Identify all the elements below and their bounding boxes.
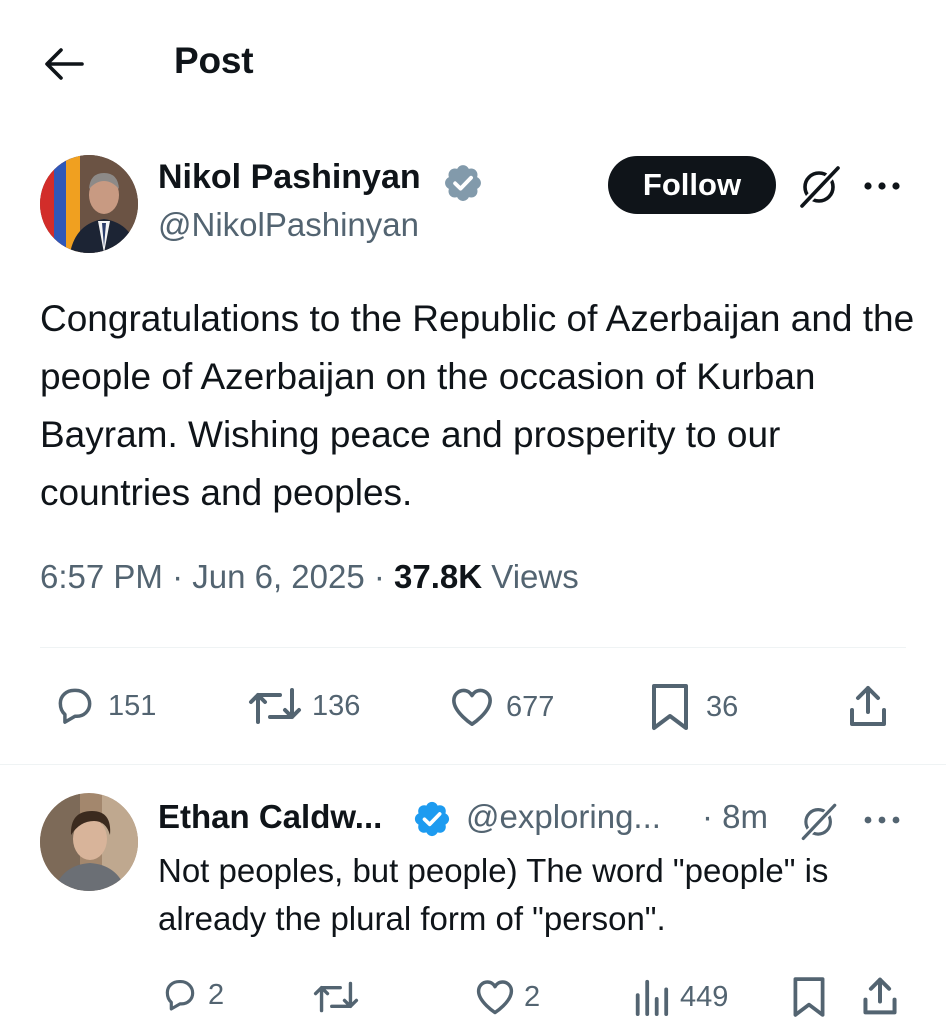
- post-time[interactable]: 6:57 PM: [40, 558, 163, 595]
- post-text: Congratulations to the Republic of Azerb…: [40, 298, 915, 513]
- bookmark-count: 36: [706, 690, 739, 723]
- repost-button[interactable]: 136: [248, 686, 360, 726]
- arrow-left-icon: [45, 48, 84, 80]
- reply-bookmark-button[interactable]: [792, 975, 826, 1019]
- reply-icon: [58, 688, 92, 724]
- author-avatar[interactable]: [40, 155, 138, 253]
- reply-author-name[interactable]: Ethan Caldw...: [158, 798, 382, 836]
- back-button[interactable]: [40, 42, 88, 86]
- reply-button[interactable]: 151: [52, 684, 156, 728]
- views-bar-chart-icon: [635, 979, 669, 1016]
- reply-like-button[interactable]: 2: [474, 978, 540, 1016]
- author-name[interactable]: Nikol Pashinyan: [158, 158, 421, 197]
- more-dots-icon: [864, 182, 900, 190]
- reply-reply-button[interactable]: 2: [160, 976, 224, 1014]
- like-count: 677: [506, 690, 555, 723]
- like-button[interactable]: 677: [448, 686, 554, 728]
- top-bar: Post: [0, 0, 946, 130]
- views-label: Views: [491, 558, 579, 595]
- repost-icon: [249, 688, 301, 724]
- share-icon: [850, 686, 886, 726]
- reply-share-button[interactable]: [860, 976, 900, 1016]
- reply-icon: [165, 979, 195, 1011]
- grok-icon[interactable]: [796, 162, 844, 210]
- reply-text: Not peoples, but people) The word "peopl…: [158, 852, 829, 937]
- reply-repost-button[interactable]: [312, 980, 360, 1014]
- share-icon: [863, 977, 897, 1015]
- grok-icon[interactable]: [798, 800, 840, 842]
- verified-badge-icon: [445, 165, 481, 201]
- repost-count: 136: [312, 689, 361, 722]
- more-options-button[interactable]: [860, 168, 904, 204]
- reply-reply-count: 2: [208, 978, 225, 1011]
- bookmark-icon: [793, 977, 825, 1017]
- reply-views-count: 449: [680, 980, 729, 1013]
- bookmark-icon: [652, 684, 688, 730]
- author-handle[interactable]: @NikolPashinyan: [158, 206, 419, 244]
- follow-button[interactable]: Follow: [608, 156, 776, 214]
- post-date[interactable]: Jun 6, 2025: [192, 558, 364, 595]
- reply-author-handle[interactable]: @exploring...: [466, 798, 661, 836]
- reply-like-count: 2: [524, 980, 541, 1013]
- divider: [40, 647, 906, 648]
- reply-views-button[interactable]: 449: [632, 978, 728, 1016]
- views-count: 37.8K: [394, 558, 483, 595]
- reply-count: 151: [108, 689, 157, 722]
- divider: [0, 764, 946, 765]
- post-metadata: 6:57 PM · Jun 6, 2025 · 37.8K Views: [40, 558, 579, 595]
- reply-author-avatar[interactable]: [40, 793, 138, 891]
- reply-time[interactable]: · 8m: [702, 798, 768, 836]
- repost-icon: [313, 981, 359, 1013]
- reply-more-options-button[interactable]: [860, 804, 904, 836]
- share-button[interactable]: [846, 684, 890, 728]
- bookmark-button[interactable]: 36: [650, 682, 738, 732]
- heart-icon: [452, 688, 492, 726]
- more-dots-icon: [864, 816, 900, 824]
- page-title: Post: [174, 40, 254, 81]
- heart-icon: [476, 980, 514, 1015]
- verified-badge-icon: [414, 801, 450, 837]
